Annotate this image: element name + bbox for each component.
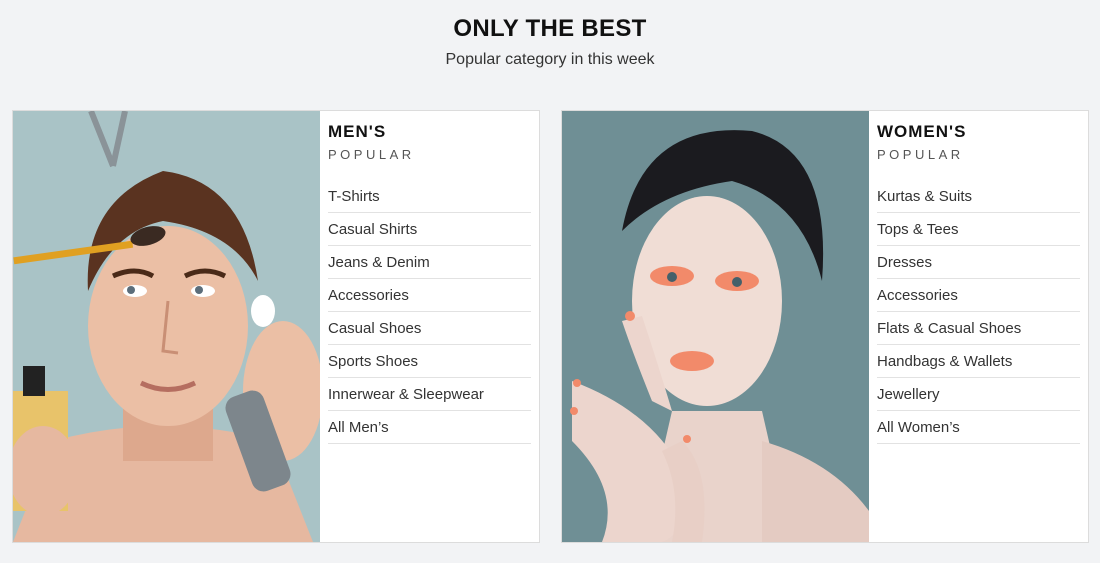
womens-category-link[interactable]: Handbags & Wallets bbox=[877, 346, 1080, 378]
womens-subtitle: POPULAR bbox=[877, 147, 964, 162]
mens-banner-image[interactable] bbox=[13, 111, 320, 542]
mens-title: MEN'S bbox=[328, 122, 387, 141]
womens-banner-image[interactable] bbox=[562, 111, 869, 542]
mens-subtitle: POPULAR bbox=[328, 147, 415, 162]
mens-category-link[interactable]: Sports Shoes bbox=[328, 346, 531, 378]
womens-category-link[interactable]: Accessories bbox=[877, 280, 1080, 312]
mens-category-link[interactable]: Casual Shirts bbox=[328, 214, 531, 246]
womens-category-link[interactable]: Tops & Tees bbox=[877, 214, 1080, 246]
section-title: ONLY THE BEST bbox=[453, 15, 647, 42]
womens-category-link[interactable]: Flats & Casual Shoes bbox=[877, 313, 1080, 345]
mens-category-link[interactable]: Jeans & Denim bbox=[328, 247, 531, 279]
womens-category-link[interactable]: All Women’s bbox=[877, 412, 1080, 444]
mens-category-link[interactable]: Innerwear & Sleepwear bbox=[328, 379, 531, 411]
mens-category-link[interactable]: Accessories bbox=[328, 280, 531, 312]
womens-category-link[interactable]: Jewellery bbox=[877, 379, 1080, 411]
mens-category-link[interactable]: Casual Shoes bbox=[328, 313, 531, 345]
section-subtitle: Popular category in this week bbox=[445, 51, 655, 68]
section-heading: ONLY THE BEST Popular category in this w… bbox=[0, 14, 1100, 70]
womens-category-link[interactable]: Kurtas & Suits bbox=[877, 181, 1080, 213]
mens-category-panel: MEN'S POPULAR T-Shirts Casual Shirts Jea… bbox=[328, 121, 531, 444]
womens-category-panel: WOMEN'S POPULAR Kurtas & Suits Tops & Te… bbox=[877, 121, 1080, 444]
womens-category-card: WOMEN'S POPULAR Kurtas & Suits Tops & Te… bbox=[561, 110, 1089, 543]
mens-category-list: T-Shirts Casual Shirts Jeans & Denim Acc… bbox=[328, 181, 531, 444]
womens-title: WOMEN'S bbox=[877, 122, 967, 141]
mens-category-link[interactable]: T-Shirts bbox=[328, 181, 531, 213]
womens-category-link[interactable]: Dresses bbox=[877, 247, 1080, 279]
womens-category-list: Kurtas & Suits Tops & Tees Dresses Acces… bbox=[877, 181, 1080, 444]
mens-category-card: MEN'S POPULAR T-Shirts Casual Shirts Jea… bbox=[12, 110, 540, 543]
mens-category-link[interactable]: All Men’s bbox=[328, 412, 531, 444]
